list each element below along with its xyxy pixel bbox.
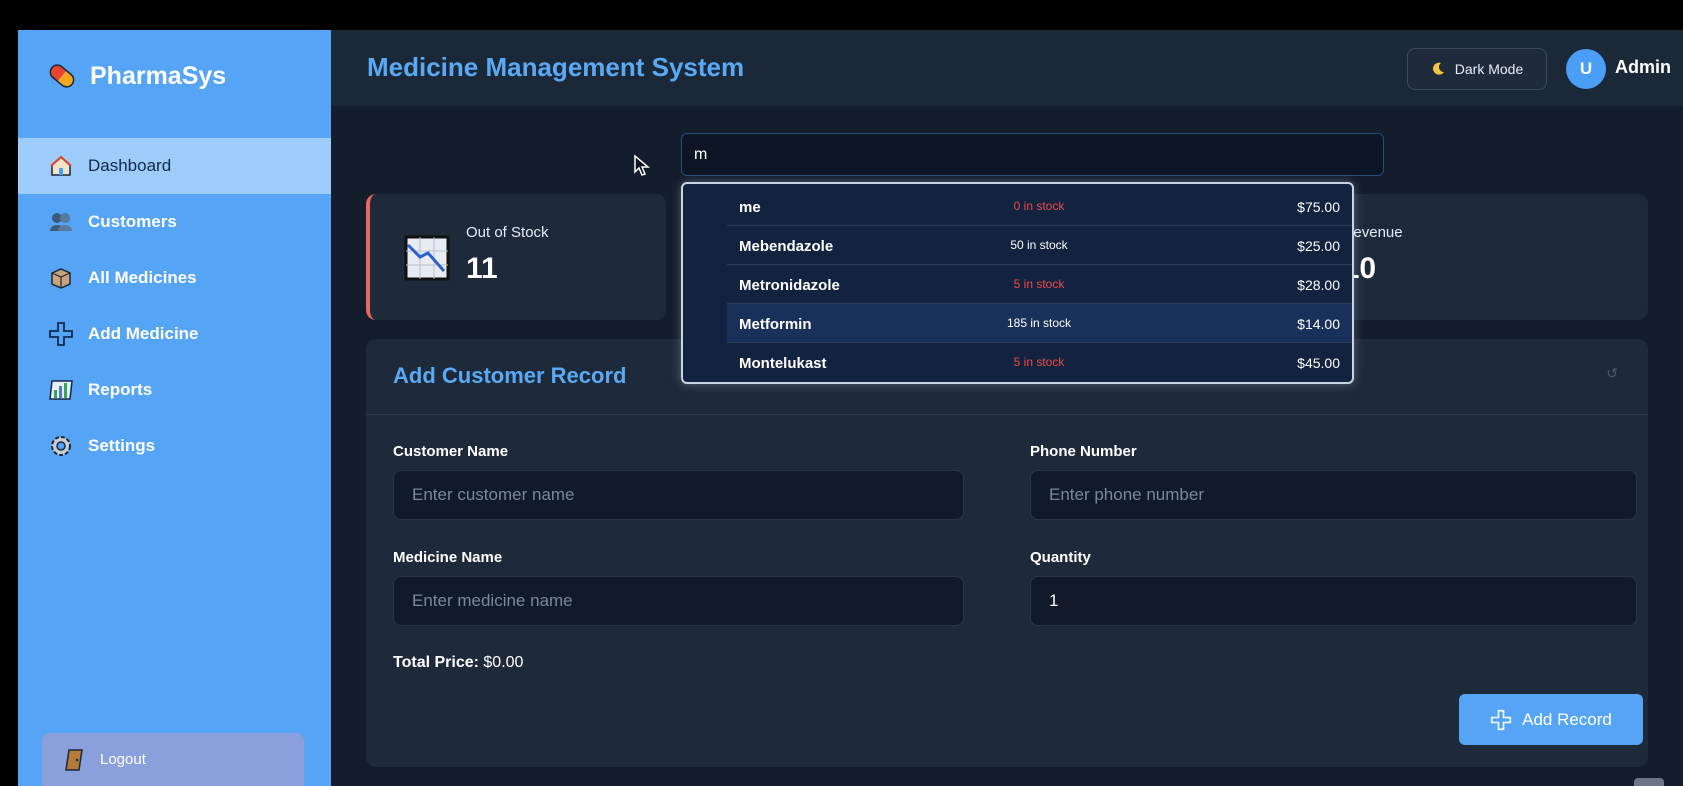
box-icon	[48, 265, 74, 291]
suggestion-name: Mebendazole	[739, 238, 834, 255]
suggestion-name: me	[739, 199, 761, 216]
user-name[interactable]: Admin	[1615, 57, 1671, 78]
total-price-label: Total Price:	[393, 654, 479, 671]
add-record-button[interactable]: Add Record	[1459, 694, 1643, 745]
sidebar-item-settings[interactable]: Settings	[18, 418, 331, 474]
form-title: Add Customer Record	[393, 363, 627, 388]
sidebar-item-reports[interactable]: Reports	[18, 362, 331, 418]
dark-mode-label: Dark Mode	[1454, 61, 1524, 77]
logout-label: Logout	[100, 751, 146, 768]
suggestion-stock: 50 in stock	[1010, 238, 1068, 252]
suggestion-price: $25.00	[1297, 238, 1340, 254]
users-icon	[48, 209, 74, 235]
add-customer-record-card: Add Customer Record ↺ Customer Name Phon…	[366, 339, 1648, 767]
suggestion-item[interactable]: Metformin 185 in stock $14.00	[727, 304, 1352, 343]
chart-decreasing-icon	[404, 235, 450, 281]
page-title: Medicine Management System	[367, 52, 745, 82]
suggestion-stock: 185 in stock	[1006, 316, 1072, 330]
sidebar-item-label: Add Medicine	[88, 324, 199, 343]
sidebar-item-customers[interactable]: Customers	[18, 194, 331, 250]
sidebar-item-label: All Medicines	[88, 268, 197, 287]
sidebar-item-label: Reports	[88, 380, 153, 399]
sidebar-item-label: Settings	[88, 436, 156, 455]
sidebar-item-all-medicines[interactable]: All Medicines	[18, 250, 331, 306]
total-price: Total Price: $0.00	[393, 654, 523, 672]
avatar[interactable]: U	[1566, 49, 1606, 89]
home-icon	[48, 153, 74, 179]
plus-icon	[48, 321, 74, 347]
customer-name-label: Customer Name	[393, 443, 509, 460]
plus-icon	[1491, 709, 1512, 730]
chart-icon	[48, 377, 74, 403]
total-price-value: $0.00	[483, 654, 524, 671]
customer-name-input[interactable]	[393, 470, 964, 520]
sidebar-item-label: Dashboard	[88, 156, 172, 175]
suggestion-item[interactable]: Montelukast 5 in stock $45.00	[727, 343, 1352, 382]
brand[interactable]: PharmaSys	[46, 58, 226, 94]
sidebar-item-add-medicine[interactable]: Add Medicine	[18, 306, 331, 362]
stat-label: Out of Stock	[466, 224, 549, 241]
suggestion-price: $45.00	[1297, 355, 1340, 371]
screen-top-border	[0, 0, 1683, 20]
screen-left-border	[0, 0, 18, 786]
quantity-label: Quantity	[1030, 549, 1091, 566]
sidebar-item-label: Customers	[88, 212, 177, 231]
moon-icon	[1432, 62, 1444, 75]
suggestion-stock: 5 in stock	[1013, 277, 1065, 291]
stat-value: 11	[466, 252, 498, 285]
suggestion-stock: 0 in stock	[1013, 199, 1065, 213]
suggestion-price: $28.00	[1297, 277, 1340, 293]
suggestion-item[interactable]: Metronidazole 5 in stock $28.00	[727, 265, 1352, 304]
suggestion-name: Metronidazole	[739, 277, 840, 294]
mouse-cursor-icon	[634, 154, 651, 176]
medicine-search-input[interactable]	[681, 133, 1384, 176]
scroll-indicator	[1634, 778, 1664, 786]
search-suggestions-dropdown: me 0 in stock $75.00 Mebendazole 50 in s…	[681, 182, 1354, 384]
refresh-icon[interactable]: ↺	[1606, 365, 1618, 382]
dark-mode-toggle[interactable]: Dark Mode	[1407, 48, 1547, 90]
sidebar-nav: Dashboard Customers All Medicines Add Me…	[18, 138, 331, 474]
phone-number-input[interactable]	[1030, 470, 1637, 520]
phone-number-label: Phone Number	[1030, 443, 1137, 460]
add-record-label: Add Record	[1522, 709, 1612, 729]
sidebar-item-dashboard[interactable]: Dashboard	[18, 138, 331, 194]
logout-button[interactable]: Logout	[42, 733, 304, 786]
brand-name: PharmaSys	[90, 61, 227, 90]
sidebar: PharmaSys Dashboard Customers All Medici…	[18, 30, 331, 786]
out-of-stock-card: Out of Stock 11	[366, 194, 666, 320]
suggestion-name: Montelukast	[739, 355, 827, 372]
door-icon	[65, 748, 83, 771]
suggestion-item[interactable]: Mebendazole 50 in stock $25.00	[727, 226, 1352, 265]
quantity-input[interactable]	[1030, 576, 1637, 626]
suggestion-item[interactable]: me 0 in stock $75.00	[727, 187, 1352, 226]
suggestion-name: Metformin	[739, 316, 812, 333]
medicine-name-input[interactable]	[393, 576, 964, 626]
pill-icon	[49, 64, 75, 88]
topbar: Medicine Management System Dark Mode U A…	[331, 30, 1683, 106]
main-content: Medicine Management System Dark Mode U A…	[331, 30, 1683, 786]
suggestion-stock: 5 in stock	[1013, 355, 1065, 369]
gear-icon	[48, 433, 74, 459]
medicine-name-label: Medicine Name	[393, 549, 503, 566]
suggestion-price: $75.00	[1297, 199, 1340, 215]
suggestion-price: $14.00	[1297, 316, 1340, 332]
